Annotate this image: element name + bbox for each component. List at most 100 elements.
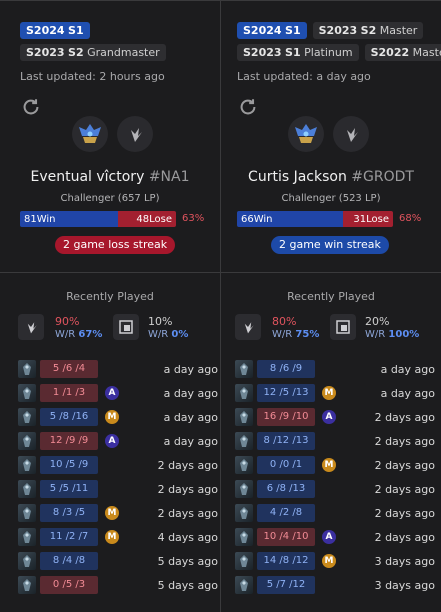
match-time: a day ago: [380, 386, 435, 400]
kda-score: 8 /6 /9: [257, 360, 315, 378]
multikill-badge: M: [322, 386, 336, 400]
winrate-percent: 63%: [182, 213, 205, 224]
match-row[interactable]: 5 /6 /4 a day ago: [18, 357, 218, 381]
role-play-percent: 10%: [148, 315, 173, 328]
champion-portrait-icon: [235, 360, 253, 378]
role-stat: 90% W/R 67%: [55, 315, 102, 341]
match-time: 5 days ago: [157, 554, 218, 568]
last-updated: Last updated: a day ago: [237, 70, 371, 83]
champion-portrait-icon: [235, 576, 253, 594]
match-row[interactable]: 16 /9 /10 A 2 days ago: [235, 405, 435, 429]
season-tag: S2023 S1 Platinum: [237, 44, 359, 61]
fill-role-icon[interactable]: [330, 314, 356, 340]
split-label: S1: [285, 24, 301, 37]
match-row[interactable]: 12 /9 /9 Aa day ago: [18, 429, 218, 453]
match-list: 5 /6 /4 a day ago 1 /1 /3 Aa day ago 5 /8 /1…: [18, 357, 218, 597]
match-row[interactable]: 8 /12 /13 2 days ago: [235, 429, 435, 453]
kda-score: 1 /1 /3: [40, 384, 98, 402]
match-row[interactable]: 10 /4 /10 A 2 days ago: [235, 525, 435, 549]
win-loss-bar: 66Win 31Lose: [237, 211, 393, 227]
jungle-role-icon[interactable]: [235, 314, 261, 340]
match-time: 5 days ago: [157, 578, 218, 592]
win-loss-bar: 81Win 48Lose: [20, 211, 176, 227]
multikill-badge: M: [105, 506, 119, 520]
role-emblem-icon: [117, 116, 153, 152]
match-row[interactable]: 6 /8 /13 2 days ago: [235, 477, 435, 501]
match-time: 2 days ago: [374, 434, 435, 448]
season-tags-row: S2023 S2 Grandmaster: [20, 44, 166, 61]
match-row[interactable]: 4 /2 /8 2 days ago: [235, 501, 435, 525]
rank-label: Challenger (523 LP): [281, 193, 381, 204]
match-time: 4 days ago: [157, 530, 218, 544]
summoner-name: Eventual vîctory #NA1: [0, 169, 220, 185]
kda-score: 8 /4 /8: [40, 552, 98, 570]
match-row[interactable]: 5 /8 /16 Ma day ago: [18, 405, 218, 429]
season-label: S2024: [243, 24, 282, 37]
champion-portrait-icon: [18, 456, 36, 474]
season-label: S2023: [26, 46, 65, 59]
losses-label: 48Lose: [136, 213, 172, 225]
match-time: 2 days ago: [374, 458, 435, 472]
kda-score: 14 /8 /12: [257, 552, 315, 570]
kda-score: 10 /4 /10: [257, 528, 315, 546]
match-time: a day ago: [163, 434, 218, 448]
kda-score: 12 /5 /13: [257, 384, 315, 402]
losses-segment: 31Lose: [343, 211, 393, 227]
kda-score: 5 /8 /16: [40, 408, 98, 426]
champion-portrait-icon: [235, 528, 253, 546]
match-row[interactable]: 10 /5 /9 2 days ago: [18, 453, 218, 477]
wins-label: 81Win: [24, 213, 56, 225]
match-time: 2 days ago: [157, 482, 218, 496]
summoner-name: Curtis Jackson #GRODT: [221, 169, 441, 185]
jungle-role-icon[interactable]: [18, 314, 44, 340]
refresh-icon[interactable]: [237, 96, 259, 118]
season-tag: S2024 S1: [237, 22, 307, 39]
champion-portrait-icon: [18, 408, 36, 426]
winrate-label: W/R: [272, 329, 293, 340]
match-row[interactable]: 8 /6 /9 a day ago: [235, 357, 435, 381]
kda-score: 8 /3 /5: [40, 504, 98, 522]
match-row[interactable]: 0 /0 /1 M 2 days ago: [235, 453, 435, 477]
match-row[interactable]: 5 /5 /11 2 days ago: [18, 477, 218, 501]
season-label: S2024: [26, 24, 65, 37]
champion-portrait-icon: [18, 360, 36, 378]
match-row[interactable]: 11 /2 /7 M 4 days ago: [18, 525, 218, 549]
match-row[interactable]: 5 /7 /12 3 days ago: [235, 573, 435, 597]
role-winrate: W/R 67%: [55, 329, 102, 340]
winrate-value: 75%: [295, 329, 320, 340]
champion-portrait-icon: [18, 552, 36, 570]
kda-score: 8 /12 /13: [257, 432, 315, 450]
divider: [0, 272, 441, 273]
kda-score: 12 /9 /9: [40, 432, 98, 450]
match-row[interactable]: 14 /8 /12 M 3 days ago: [235, 549, 435, 573]
role-winrate: W/R 0%: [148, 329, 188, 340]
match-time: a day ago: [163, 362, 218, 376]
wins-label: 66Win: [241, 213, 273, 225]
role-stat: 10% W/R 0%: [148, 315, 188, 341]
refresh-icon[interactable]: [20, 96, 42, 118]
winrate-value: 100%: [388, 329, 420, 340]
fill-role-icon[interactable]: [113, 314, 139, 340]
kda-score: 11 /2 /7: [40, 528, 98, 546]
match-row[interactable]: 12 /5 /13 Ma day ago: [235, 381, 435, 405]
multikill-badge: A: [322, 410, 336, 424]
tier-label: Master: [379, 24, 418, 37]
match-row[interactable]: 8 /4 /8 5 days ago: [18, 549, 218, 573]
match-row[interactable]: 1 /1 /3 Aa day ago: [18, 381, 218, 405]
multikill-badge: A: [105, 434, 119, 448]
role-play-percent: 80%: [272, 315, 297, 328]
champion-portrait-icon: [18, 384, 36, 402]
split-label: S2: [360, 24, 377, 37]
match-row[interactable]: 8 /3 /5 M 2 days ago: [18, 501, 218, 525]
kda-score: 6 /8 /13: [257, 480, 315, 498]
match-row[interactable]: 0 /5 /3 5 days ago: [18, 573, 218, 597]
summoner-name-text: Curtis Jackson: [248, 169, 347, 185]
kda-score: 0 /0 /1: [257, 456, 315, 474]
season-tags-row: S2024 S1 S2023 S2 Master: [237, 22, 424, 39]
kda-score: 5 /7 /12: [257, 576, 315, 594]
champion-portrait-icon: [18, 576, 36, 594]
role-stat: 80% W/R 75%: [272, 315, 319, 341]
season-label: S2023: [243, 46, 282, 59]
winrate-value: 0%: [171, 329, 189, 340]
tier-label: Grandmaster: [87, 46, 160, 59]
